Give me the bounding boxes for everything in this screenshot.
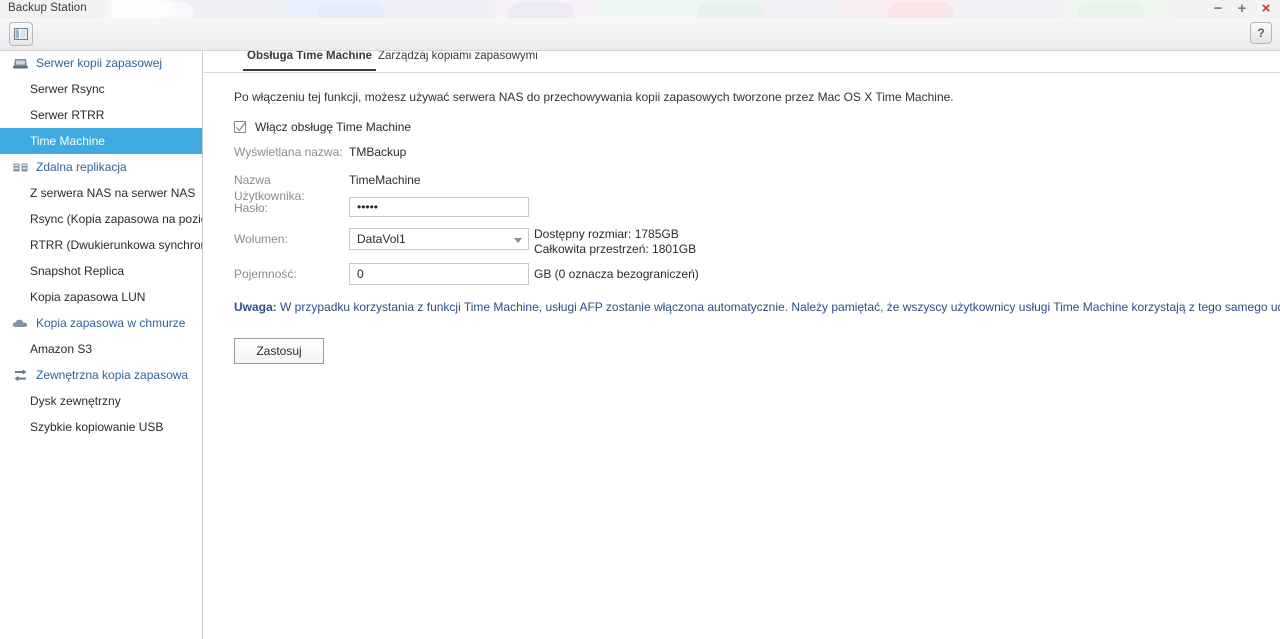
close-icon[interactable]: ×	[1258, 1, 1274, 16]
enable-time-machine-row[interactable]: Włącz obsługę Time Machine	[234, 120, 411, 134]
sidebar-item-label: Szybkie kopiowanie USB	[30, 420, 164, 434]
warning-body: W przypadku korzystania z funkcji Time M…	[276, 300, 1280, 314]
sidebar-item-label: Amazon S3	[30, 342, 93, 356]
capacity-input[interactable]: 0	[349, 263, 529, 285]
sidebar-item-label: Serwer Rsync	[30, 82, 105, 96]
sidebar-group-label: Zewnętrzna kopia zapasowa	[36, 368, 189, 382]
window-titlebar: Backup Station − + ×	[0, 0, 1280, 18]
sidebar-item-snapshot-replica[interactable]: Snapshot Replica	[0, 258, 202, 284]
chevron-down-icon	[514, 238, 522, 243]
capacity-unit-note: GB (0 oznacza bezograniczeń)	[534, 267, 699, 281]
sidebar-item-amazon-s3[interactable]: Amazon S3	[0, 336, 202, 362]
sidebar-group-cloud-backup[interactable]: Kopia zapasowa w chmurze	[0, 310, 202, 336]
password-input[interactable]: •••••	[349, 197, 529, 217]
sidebar-group-label: Zdalna replikacja	[36, 160, 127, 174]
sidebar-item-serwer-rsync[interactable]: Serwer Rsync	[0, 76, 202, 102]
sidebar-item-serwer-rtrr[interactable]: Serwer RTRR	[0, 102, 202, 128]
sidebar-item-lun-backup[interactable]: Kopia zapasowa LUN	[0, 284, 202, 310]
field-row-password: Hasło: •••••	[234, 197, 1254, 231]
sidebar-item-external-disk[interactable]: Dysk zewnętrzny	[0, 388, 202, 414]
intro-text: Po włączeniu tej funkcji, możesz używać …	[234, 90, 954, 104]
username-value: TimeMachine	[349, 173, 421, 187]
minimize-icon[interactable]: −	[1210, 1, 1226, 16]
maximize-icon[interactable]: +	[1234, 1, 1250, 16]
window-title: Backup Station	[8, 2, 87, 14]
replication-icon	[12, 160, 28, 174]
volume-select[interactable]: DataVol1	[349, 228, 529, 250]
password-label: Hasło:	[234, 201, 269, 215]
display-name-label: Wyświetlana nazwa:	[234, 145, 343, 159]
server-icon	[12, 56, 28, 70]
sidebar-item-label: Kopia zapasowa LUN	[30, 290, 146, 304]
panel-layout-icon[interactable]	[9, 22, 33, 46]
warning-prefix: Uwaga:	[234, 300, 277, 314]
help-button[interactable]: ?	[1250, 22, 1272, 44]
enable-time-machine-checkbox[interactable]	[234, 121, 247, 133]
sidebar: Serwer kopii zapasowej Serwer Rsync Serw…	[0, 50, 203, 639]
sidebar-group-backup-server[interactable]: Serwer kopii zapasowej	[0, 50, 202, 76]
volume-label: Wolumen:	[234, 232, 288, 246]
sidebar-item-rtrr[interactable]: RTRR (Dwukierunkowa synchroni...	[0, 232, 202, 258]
capacity-label: Pojemność:	[234, 267, 297, 281]
volume-select-value: DataVol1	[357, 232, 406, 246]
app-toolbar: ?	[0, 18, 1280, 51]
field-row-display-name: Wyświetlana nazwa: TMBackup	[234, 144, 1254, 172]
sidebar-group-remote-replication[interactable]: Zdalna replikacja	[0, 154, 202, 180]
sidebar-item-label: Serwer RTRR	[30, 108, 105, 122]
field-row-username: Nazwa Użytkownika: TimeMachine	[234, 172, 1254, 203]
main-content: Obsługa Time Machine Zarządzaj kopiami z…	[204, 50, 1280, 639]
sidebar-item-label: Z serwera NAS na serwer NAS	[30, 186, 196, 200]
cloud-icon	[12, 316, 28, 330]
window-controls: − + ×	[1210, 0, 1274, 18]
sidebar-item-time-machine[interactable]: Time Machine	[0, 128, 202, 154]
sidebar-item-label: RTRR (Dwukierunkowa synchroni...	[30, 238, 202, 252]
sidebar-group-label: Kopia zapasowa w chmurze	[36, 316, 186, 330]
volume-total-space: Całkowita przestrzeń: 1801GB	[534, 242, 697, 256]
afp-warning-note: Uwaga: W przypadku korzystania z funkcji…	[234, 300, 1280, 314]
sidebar-item-rsync[interactable]: Rsync (Kopia zapasowa na pozio...	[0, 206, 202, 232]
sidebar-item-usb-quick-copy[interactable]: Szybkie kopiowanie USB	[0, 414, 202, 440]
sidebar-item-label: Dysk zewnętrzny	[30, 394, 121, 408]
tab-manage-backups[interactable]: Zarządzaj kopiami zapasowymi	[374, 50, 542, 71]
enable-time-machine-label: Włącz obsługę Time Machine	[255, 120, 412, 134]
tab-bar: Obsługa Time Machine Zarządzaj kopiami z…	[204, 50, 1280, 73]
tab-time-machine-support[interactable]: Obsługa Time Machine	[243, 50, 377, 71]
sidebar-group-label: Serwer kopii zapasowej	[36, 56, 163, 70]
volume-available-size: Dostępny rozmiar: 1785GB	[534, 227, 679, 241]
sidebar-item-nas-to-nas[interactable]: Z serwera NAS na serwer NAS	[0, 180, 202, 206]
sidebar-group-external-backup[interactable]: Zewnętrzna kopia zapasowa	[0, 362, 202, 388]
apply-button[interactable]: Zastosuj	[234, 338, 324, 364]
time-machine-form: Wyświetlana nazwa: TMBackup Nazwa Użytko…	[234, 144, 1254, 294]
field-row-capacity: Pojemność: 0 GB (0 oznacza bezograniczeń…	[234, 263, 1254, 294]
sync-arrows-icon	[12, 368, 28, 382]
display-name-value: TMBackup	[349, 145, 407, 159]
sidebar-item-label: Snapshot Replica	[30, 264, 125, 278]
sidebar-item-label: Time Machine	[30, 134, 105, 148]
sidebar-item-label: Rsync (Kopia zapasowa na pozio...	[30, 212, 202, 226]
field-row-volume: Wolumen: DataVol1 Dostępny rozmiar: 1785…	[234, 227, 1254, 266]
